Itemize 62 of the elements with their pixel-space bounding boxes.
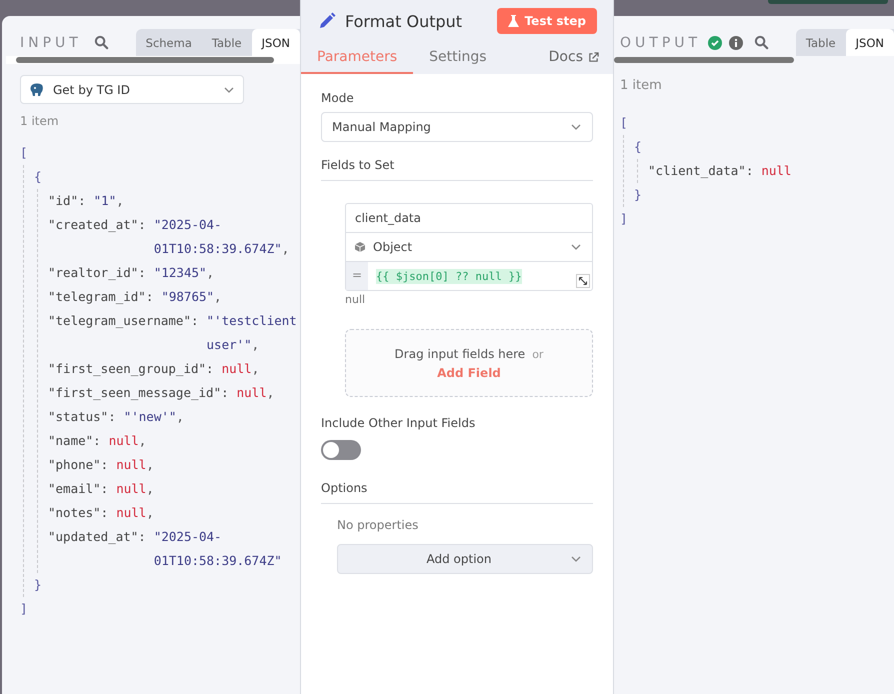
- expression-input[interactable]: {{ $json[0] ?? null }}: [368, 262, 592, 290]
- json-bracket: [: [620, 114, 628, 132]
- item-count: 1 item: [20, 114, 60, 128]
- add-field-link[interactable]: Add Field: [437, 366, 501, 380]
- panel-title: OUTPUT: [620, 34, 702, 50]
- expression-result: null: [345, 293, 366, 306]
- json-entry: "realtor_id": "12345",: [48, 264, 216, 282]
- view-tab[interactable]: JSON: [846, 29, 894, 56]
- info-icon[interactable]: [729, 36, 744, 50]
- cube-icon: [354, 241, 366, 253]
- expand-icon[interactable]: [576, 274, 590, 288]
- mode-select[interactable]: Manual Mapping: [321, 112, 593, 142]
- elephant-icon: [29, 82, 45, 98]
- json-bracket: ]: [20, 600, 28, 618]
- json-entry: "phone": null,: [48, 456, 155, 474]
- drop-hint: Drag input fields here: [394, 346, 526, 360]
- search-icon[interactable]: [94, 35, 109, 50]
- view-tab[interactable]: Schema: [136, 29, 202, 56]
- node-title: Format Output: [345, 12, 464, 30]
- test-step-button[interactable]: Test step: [496, 8, 597, 34]
- search-icon[interactable]: [754, 35, 770, 50]
- json-entry: "first_seen_group_id": null,: [48, 360, 260, 378]
- item-count: 1 item: [620, 78, 663, 93]
- json-entry: "email": null,: [48, 480, 155, 498]
- node-tab[interactable]: Settings: [413, 49, 503, 74]
- json-entry: "status": "'new'",: [48, 408, 185, 426]
- json-entry: "first_seen_message_id": null,: [48, 384, 276, 402]
- json-bracket: {: [634, 138, 642, 156]
- json-entry: "created_at": "2025-04-01T10:58:39.674Z",: [48, 216, 290, 258]
- or-text: or: [532, 348, 544, 360]
- json-entry: "updated_at": "2025-04-01T10:58:39.674Z": [48, 528, 283, 570]
- json-bracket: }: [34, 576, 42, 594]
- docs-link[interactable]: Docs: [548, 49, 599, 74]
- panel-title: INPUT: [20, 34, 82, 50]
- node-select[interactable]: Get by TG ID: [20, 75, 244, 104]
- json-entry: "name": null,: [48, 432, 148, 450]
- json-bracket: ]: [620, 210, 628, 228]
- json-bracket: {: [34, 168, 42, 186]
- scrollbar[interactable]: [6, 56, 300, 64]
- section-heading: Fields to Set: [321, 142, 593, 181]
- pencil-icon: [317, 11, 337, 31]
- json-entry: "telegram_id": "98765",: [48, 288, 223, 306]
- empty-message: No properties: [337, 518, 420, 532]
- json-entry: "id": "1",: [48, 192, 125, 210]
- flask-icon: [508, 14, 519, 28]
- add-option-dropdown[interactable]: Add option: [337, 544, 593, 574]
- field-label: Mode: [321, 91, 355, 105]
- expression-marker: =: [346, 262, 368, 290]
- view-tab[interactable]: JSON: [252, 29, 300, 56]
- json-bracket: [: [20, 144, 28, 162]
- section-heading: Options: [321, 460, 593, 504]
- view-tab[interactable]: Table: [796, 29, 846, 56]
- success-icon: [708, 36, 722, 50]
- toggle-switch[interactable]: [321, 440, 361, 460]
- json-entry: "notes": null,: [48, 504, 155, 522]
- scrollbar[interactable]: [614, 56, 796, 64]
- json-bracket: }: [634, 186, 642, 204]
- json-entry: "client_data": null: [648, 162, 792, 180]
- external-link-icon: [588, 52, 599, 62]
- field-label: Include Other Input Fields: [321, 416, 476, 430]
- view-tab[interactable]: Table: [202, 29, 252, 56]
- json-entry: "telegram_username": "'testclientuser'",: [48, 312, 298, 354]
